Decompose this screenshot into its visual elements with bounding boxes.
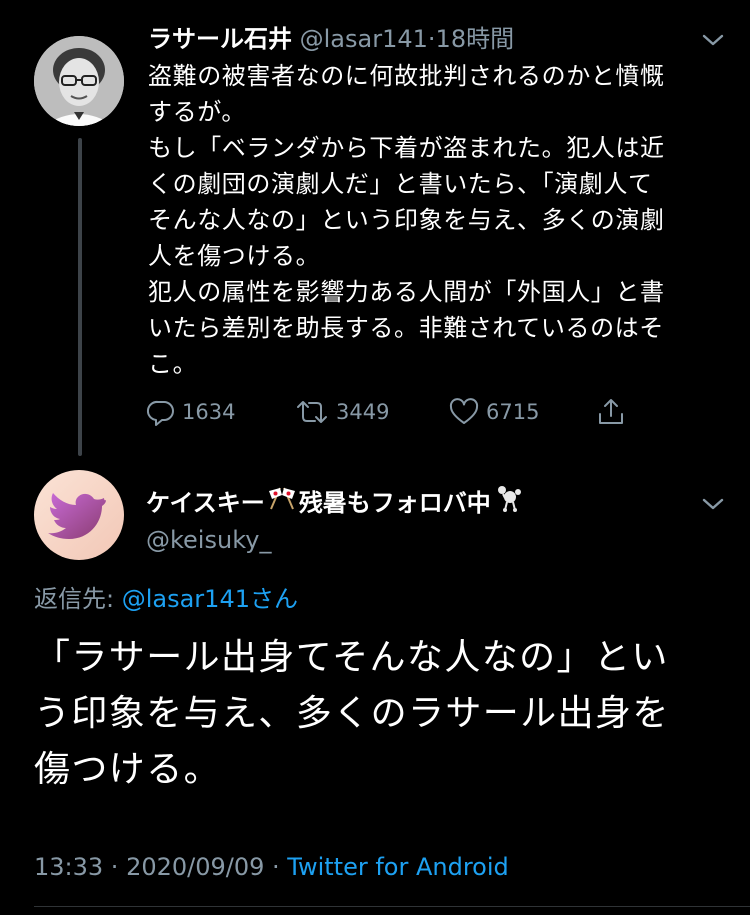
reply-icon (147, 400, 174, 426)
parent-handle[interactable]: @lasar141 (300, 25, 428, 53)
divider (34, 906, 750, 907)
parent-time-ago[interactable]: 18時間 (436, 25, 515, 53)
reply-avatar[interactable] (34, 470, 124, 560)
parent-tweet-header: ラサール石井 @lasar141·18時間 (148, 22, 514, 56)
tweet-text-line: そんな人なの」という印象を与え、多くの演劇 (148, 206, 665, 234)
source-app-link[interactable]: Twitter for Android (287, 853, 508, 881)
reply-handle[interactable]: @keisuky_ (146, 523, 525, 557)
tweet-text-line: 犯人の属性を影響力ある人間が「外国人」と書 (148, 278, 665, 306)
reply-to-prefix: 返信先: (34, 585, 122, 613)
reply-display-name[interactable]: ケイスキー 残暑もフォロバ中 (146, 484, 525, 521)
tweet-text-line: 盗難の被害者なのに何故批判されるのかと憤慨 (148, 62, 665, 90)
reply-tweet-header: ケイスキー 残暑もフォロバ中 @keisuky_ (146, 484, 525, 557)
meta-separator: · (103, 853, 127, 881)
like-icon (449, 398, 479, 424)
tweet-text-line: もし「ベランダから下着が盗まれた。犯人は近 (148, 134, 665, 162)
retweet-button[interactable]: 3449 (294, 392, 389, 432)
reply-timestamp-line: 13:33 · 2020/09/09 · Twitter for Android (34, 850, 509, 884)
reply-display-name-part1: ケイスキー (146, 488, 265, 517)
retweet-count: 3449 (336, 400, 390, 424)
crossed-flags-icon (267, 485, 297, 520)
reply-time: 13:33 (34, 853, 104, 881)
tweet-text-line: う印象を与え、多くのラサール出身を (34, 693, 670, 734)
tweet-text-line: こ。 (148, 350, 198, 378)
parent-display-name[interactable]: ラサール石井 (148, 25, 292, 53)
reply-count: 1634 (182, 400, 236, 424)
reply-button[interactable]: 1634 (146, 392, 235, 432)
parent-avatar[interactable] (34, 36, 124, 126)
tweet-text-line: 傷つける。 (34, 749, 222, 790)
reply-to-line: 返信先: @lasar141さん (34, 582, 298, 616)
chevron-down-icon (702, 34, 724, 46)
tweet-text-line: くの劇団の演劇人だ」と書いたら、「演劇人て (148, 170, 653, 198)
parent-tweet-text: 盗難の被害者なのに何故批判されるのかと憤慨 するが。 もし「ベランダから下着が盗… (148, 58, 728, 382)
meta-separator: · (427, 25, 436, 53)
tweet-text-line: 人を傷つける。 (148, 242, 321, 270)
like-count: 6715 (486, 400, 540, 424)
share-icon (599, 399, 623, 424)
share-button[interactable] (596, 392, 632, 432)
chevron-down-icon (702, 498, 724, 510)
tweet-text-line: 「ラサール出身てそんな人なの」とい (34, 637, 669, 678)
thread-connector-line (78, 138, 82, 456)
parent-more-button[interactable] (698, 30, 728, 50)
tweet-text-line: するが。 (148, 98, 246, 126)
reply-tweet-text: 「ラサール出身てそんな人なの」とい う印象を与え、多くのラサール出身を 傷つける… (34, 630, 724, 798)
bird-logo-avatar-image (34, 470, 124, 560)
parent-action-bar: 1634 3449 6715 (146, 392, 646, 432)
like-button[interactable]: 6715 (448, 392, 539, 432)
reply-date: 2020/09/09 (126, 853, 265, 881)
meta-separator: · (264, 853, 288, 881)
reply-to-mention-link[interactable]: @lasar141さん (122, 585, 298, 613)
tweet-text-line: いたら差別を助長する。非難されているのはそ (148, 314, 664, 342)
reply-display-name-part2: 残暑もフォロバ中 (298, 488, 491, 517)
retweet-icon (297, 401, 327, 423)
person-avatar-image (34, 36, 124, 126)
reply-more-button[interactable] (698, 494, 728, 514)
poodle-icon (493, 484, 523, 521)
